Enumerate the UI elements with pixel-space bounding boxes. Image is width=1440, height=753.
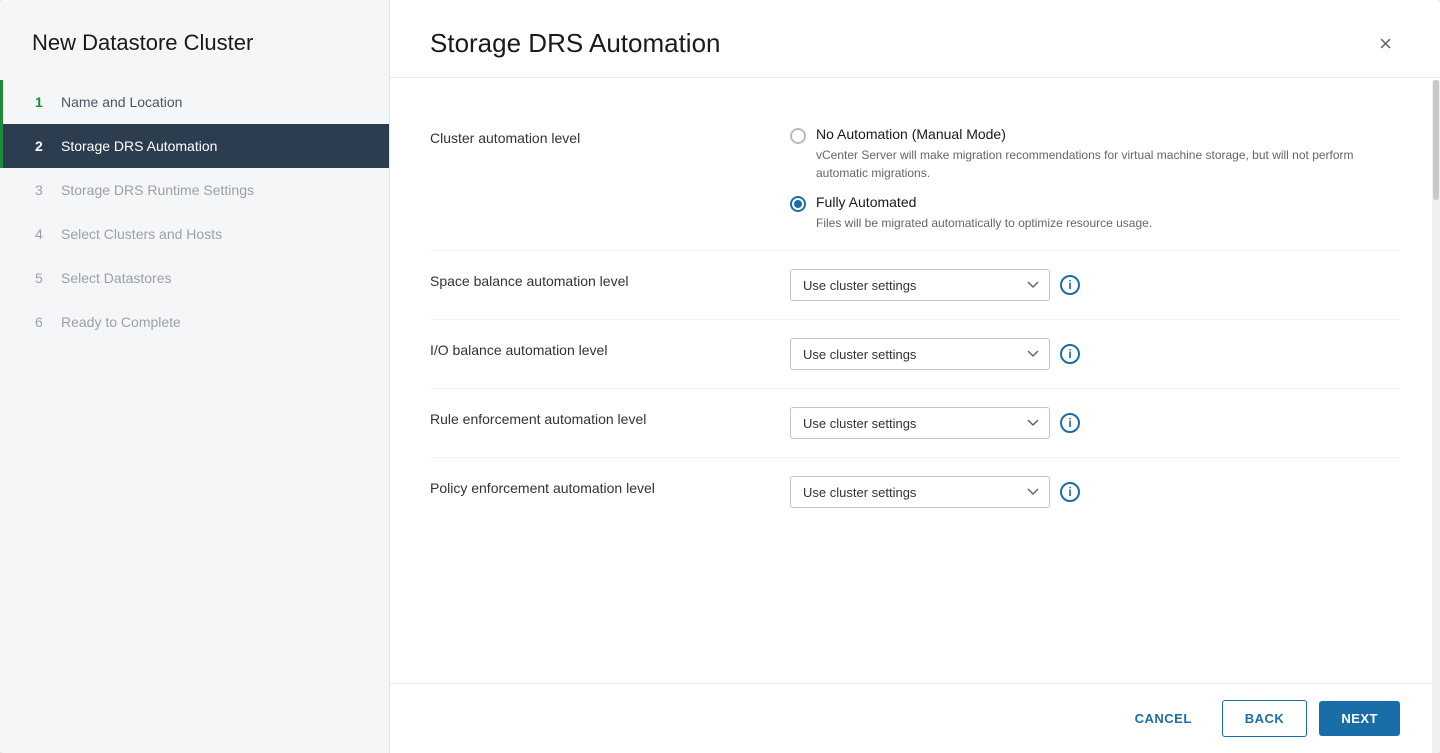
policy-enforcement-select-row: Use cluster settings Disabled Manual Ful… [790, 476, 1400, 508]
policy-enforcement-label: Policy enforcement automation level [430, 476, 750, 496]
rule-enforcement-select-row: Use cluster settings Disabled Manual Ful… [790, 407, 1400, 439]
space-balance-select[interactable]: Use cluster settings Disabled Manual Ful… [790, 269, 1050, 301]
no-automation-content: No Automation (Manual Mode) vCenter Serv… [816, 126, 1400, 182]
policy-enforcement-info-icon[interactable]: i [1060, 482, 1080, 502]
io-balance-label: I/O balance automation level [430, 338, 750, 358]
cancel-button[interactable]: CANCEL [1117, 701, 1210, 736]
new-datastore-cluster-dialog: New Datastore Cluster 1 Name and Locatio… [0, 0, 1440, 753]
sidebar-step-3[interactable]: 3 Storage DRS Runtime Settings [0, 168, 389, 212]
sidebar-step-1[interactable]: 1 Name and Location [0, 80, 389, 124]
fully-automated-option[interactable]: Fully Automated Files will be migrated a… [790, 194, 1400, 232]
policy-enforcement-select[interactable]: Use cluster settings Disabled Manual Ful… [790, 476, 1050, 508]
next-button[interactable]: NEXT [1319, 701, 1400, 736]
rule-enforcement-control: Use cluster settings Disabled Manual Ful… [790, 407, 1400, 439]
rule-enforcement-row: Rule enforcement automation level Use cl… [430, 389, 1400, 458]
space-balance-select-row: Use cluster settings Disabled Manual Ful… [790, 269, 1400, 301]
step-number-5: 5 [35, 270, 51, 286]
no-automation-label: No Automation (Manual Mode) [816, 126, 1400, 142]
step-number-3: 3 [35, 182, 51, 198]
space-balance-control: Use cluster settings Disabled Manual Ful… [790, 269, 1400, 301]
cluster-automation-label: Cluster automation level [430, 126, 750, 146]
fully-automated-desc: Files will be migrated automatically to … [816, 214, 1152, 232]
close-button[interactable]: × [1371, 29, 1400, 59]
step-label-5: Select Datastores [61, 270, 172, 286]
policy-enforcement-row: Policy enforcement automation level Use … [430, 458, 1400, 526]
step-number-6: 6 [35, 314, 51, 330]
step-label-4: Select Clusters and Hosts [61, 226, 222, 242]
scrollbar-thumb[interactable] [1433, 80, 1439, 200]
main-panel: Storage DRS Automation × Cluster automat… [390, 0, 1440, 753]
sidebar-step-6[interactable]: 6 Ready to Complete [0, 300, 389, 344]
space-balance-info-icon[interactable]: i [1060, 275, 1080, 295]
fully-automated-content: Fully Automated Files will be migrated a… [816, 194, 1152, 232]
policy-enforcement-control: Use cluster settings Disabled Manual Ful… [790, 476, 1400, 508]
io-balance-info-icon[interactable]: i [1060, 344, 1080, 364]
main-body: Cluster automation level No Automation (… [390, 78, 1440, 683]
back-button[interactable]: BACK [1222, 700, 1308, 737]
rule-enforcement-select[interactable]: Use cluster settings Disabled Manual Ful… [790, 407, 1050, 439]
no-automation-desc: vCenter Server will make migration recom… [816, 146, 1400, 182]
rule-enforcement-label: Rule enforcement automation level [430, 407, 750, 427]
step-label-6: Ready to Complete [61, 314, 181, 330]
cluster-automation-row: Cluster automation level No Automation (… [430, 108, 1400, 251]
main-header: Storage DRS Automation × [390, 0, 1440, 78]
io-balance-row: I/O balance automation level Use cluster… [430, 320, 1400, 389]
io-balance-select[interactable]: Use cluster settings Disabled Manual Ful… [790, 338, 1050, 370]
no-automation-radio[interactable] [790, 128, 806, 144]
step-number-2: 2 [35, 138, 51, 154]
sidebar: New Datastore Cluster 1 Name and Locatio… [0, 0, 390, 753]
io-balance-control: Use cluster settings Disabled Manual Ful… [790, 338, 1400, 370]
sidebar-step-5[interactable]: 5 Select Datastores [0, 256, 389, 300]
step-label-2: Storage DRS Automation [61, 138, 217, 154]
page-title: Storage DRS Automation [430, 28, 721, 59]
sidebar-step-2[interactable]: 2 Storage DRS Automation [0, 124, 389, 168]
io-balance-select-row: Use cluster settings Disabled Manual Ful… [790, 338, 1400, 370]
fully-automated-radio[interactable] [790, 196, 806, 212]
step-label-1: Name and Location [61, 94, 182, 110]
step-label-3: Storage DRS Runtime Settings [61, 182, 254, 198]
space-balance-label: Space balance automation level [430, 269, 750, 289]
step-number-4: 4 [35, 226, 51, 242]
main-footer: CANCEL BACK NEXT [390, 683, 1440, 753]
no-automation-option[interactable]: No Automation (Manual Mode) vCenter Serv… [790, 126, 1400, 182]
step-number-1: 1 [35, 94, 51, 110]
cluster-automation-control: No Automation (Manual Mode) vCenter Serv… [790, 126, 1400, 232]
sidebar-step-4[interactable]: 4 Select Clusters and Hosts [0, 212, 389, 256]
rule-enforcement-info-icon[interactable]: i [1060, 413, 1080, 433]
space-balance-row: Space balance automation level Use clust… [430, 251, 1400, 320]
sidebar-steps: 1 Name and Location 2 Storage DRS Automa… [0, 80, 389, 344]
scrollbar-track[interactable] [1432, 80, 1440, 753]
fully-automated-label: Fully Automated [816, 194, 1152, 210]
sidebar-title: New Datastore Cluster [0, 0, 389, 80]
